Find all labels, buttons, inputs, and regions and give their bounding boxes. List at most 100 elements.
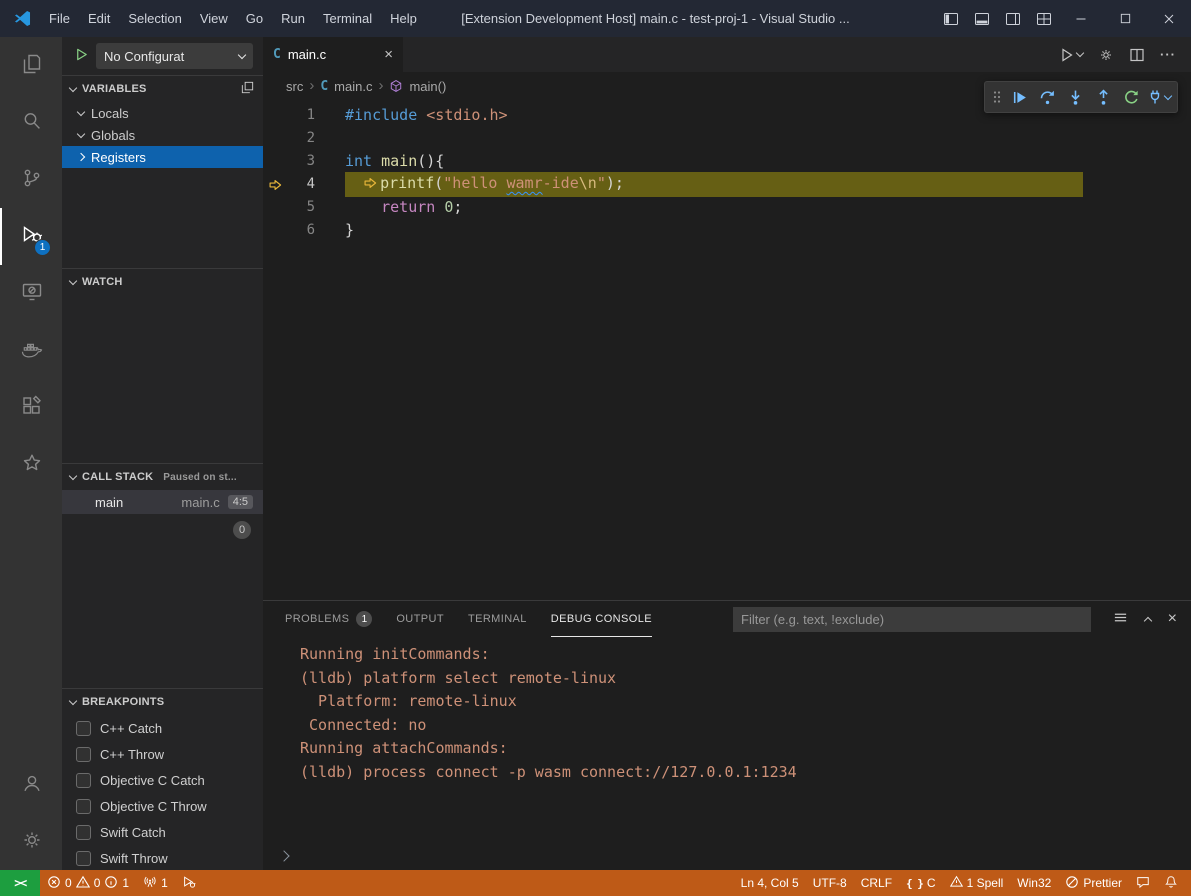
menu-help[interactable]: Help <box>381 0 426 37</box>
menu-selection[interactable]: Selection <box>119 0 190 37</box>
panel-tab-output[interactable]: OUTPUT <box>396 601 444 637</box>
panel-tab-debug-console[interactable]: DEBUG CONSOLE <box>551 601 652 637</box>
close-panel-icon[interactable]: × <box>1168 611 1177 627</box>
activity-remote-explorer[interactable] <box>0 265 62 322</box>
disconnect-button[interactable] <box>1145 83 1173 111</box>
close-window-button[interactable] <box>1147 0 1191 37</box>
variables-item-globals[interactable]: Globals <box>62 124 263 146</box>
variables-item-registers[interactable]: Registers <box>62 146 263 168</box>
breakpoint-checkbox[interactable] <box>76 851 91 866</box>
breakpoint-row-swift-throw[interactable]: Swift Throw <box>62 845 263 870</box>
console-input-chevron-icon[interactable] <box>278 850 289 861</box>
code-line-3[interactable]: 3int main(){ <box>263 150 1191 173</box>
feedback-button[interactable] <box>1129 870 1157 896</box>
activity-search[interactable] <box>0 94 62 151</box>
panel-menu-icon[interactable] <box>1113 610 1128 628</box>
breakpoint-row-c-catch[interactable]: C++ Catch <box>62 715 263 741</box>
breakpoint-row-c-throw[interactable]: C++ Throw <box>62 741 263 767</box>
breakpoint-row-objective-c-throw[interactable]: Objective C Throw <box>62 793 263 819</box>
menu-go[interactable]: Go <box>237 0 272 37</box>
breakpoints-header[interactable]: BREAKPOINTS <box>62 689 263 715</box>
remote-indicator[interactable]: >< <box>0 870 40 896</box>
code-line-5[interactable]: 5 return 0; <box>263 196 1191 219</box>
cursor-position[interactable]: Ln 4, Col 5 <box>734 870 806 896</box>
problems-status[interactable]: 0 0 1 <box>40 870 136 896</box>
variables-section: VARIABLES LocalsGlobalsRegisters <box>62 75 263 268</box>
symbol-method-icon <box>389 79 403 93</box>
step-out-button[interactable] <box>1089 83 1117 111</box>
continue-button[interactable] <box>1005 83 1033 111</box>
breakpoint-checkbox[interactable] <box>76 825 91 840</box>
debug-configuration-dropdown[interactable]: No Configurat <box>96 43 253 69</box>
drag-handle-icon[interactable] <box>989 83 1005 111</box>
maximize-button[interactable] <box>1103 0 1147 37</box>
open-panel-icon[interactable] <box>240 80 255 98</box>
console-filter-input[interactable] <box>733 607 1091 632</box>
toggle-sidebar-button[interactable] <box>935 0 966 37</box>
toggle-secondary-sidebar-button[interactable] <box>997 0 1028 37</box>
activity-run-and-debug[interactable]: 1 <box>0 208 62 265</box>
maximize-panel-icon[interactable] <box>1143 617 1151 625</box>
eol-status[interactable]: CRLF <box>854 870 899 896</box>
breakpoint-checkbox[interactable] <box>76 747 91 762</box>
activity-star[interactable] <box>0 436 62 493</box>
code-token: ); <box>606 174 624 192</box>
panel-tab-problems[interactable]: PROBLEMS1 <box>285 601 372 637</box>
run-file-button[interactable] <box>1059 47 1083 63</box>
activity-extensions[interactable] <box>0 379 62 436</box>
editor-settings-icon[interactable] <box>1098 47 1114 63</box>
breakpoint-checkbox[interactable] <box>76 799 91 814</box>
more-actions-button[interactable]: ··· <box>1160 47 1176 62</box>
notifications-button[interactable] <box>1157 870 1185 896</box>
console-output: Running initCommands:(lldb) platform sel… <box>263 637 1191 784</box>
variables-item-locals[interactable]: Locals <box>62 102 263 124</box>
start-debug-icon[interactable] <box>74 47 89 65</box>
code-line-2[interactable]: 2 <box>263 127 1191 150</box>
menu-edit[interactable]: Edit <box>79 0 119 37</box>
spell-checker-status[interactable]: 1 Spell <box>943 870 1011 896</box>
encoding-status[interactable]: UTF-8 <box>806 870 854 896</box>
menu-terminal[interactable]: Terminal <box>314 0 381 37</box>
ports-status[interactable]: 1 <box>136 870 175 896</box>
language-mode[interactable]: { }C <box>899 870 943 896</box>
formatter-status[interactable]: Prettier <box>1058 870 1129 896</box>
settings-button[interactable] <box>0 813 62 870</box>
console-line: Running initCommands: <box>300 643 1191 667</box>
tab-main-c[interactable]: C main.c × <box>263 37 403 72</box>
split-editor-button[interactable] <box>1129 47 1145 63</box>
variables-header[interactable]: VARIABLES <box>62 76 263 102</box>
menu-run[interactable]: Run <box>272 0 314 37</box>
breakpoint-label: C++ Catch <box>100 721 162 736</box>
breakpoint-checkbox[interactable] <box>76 721 91 736</box>
activity-explorer[interactable] <box>0 37 62 94</box>
code-token: -ide <box>543 174 579 192</box>
debug-status-button[interactable] <box>175 870 203 896</box>
activity-source-control[interactable] <box>0 151 62 208</box>
breadcrumb-symbol[interactable]: main() <box>409 79 446 94</box>
menu-view[interactable]: View <box>191 0 237 37</box>
step-over-button[interactable] <box>1033 83 1061 111</box>
breadcrumb-folder[interactable]: src <box>286 79 303 94</box>
accounts-button[interactable] <box>0 756 62 813</box>
breakpoint-row-objective-c-catch[interactable]: Objective C Catch <box>62 767 263 793</box>
customize-layout-button[interactable] <box>1028 0 1059 37</box>
call-stack-header[interactable]: CALL STACK Paused on st... <box>62 464 263 490</box>
code-line-6[interactable]: 6} <box>263 219 1191 242</box>
code-line-4[interactable]: 4 printf("hello wamr-ide\n"); <box>263 173 1191 196</box>
step-into-button[interactable] <box>1061 83 1089 111</box>
platform-status[interactable]: Win32 <box>1010 870 1058 896</box>
menu-file[interactable]: File <box>40 0 79 37</box>
breakpoint-row-swift-catch[interactable]: Swift Catch <box>62 819 263 845</box>
panel-tab-terminal[interactable]: TERMINAL <box>468 601 527 637</box>
restart-button[interactable] <box>1117 83 1145 111</box>
toggle-panel-button[interactable] <box>966 0 997 37</box>
breakpoint-checkbox[interactable] <box>76 773 91 788</box>
breadcrumb-file[interactable]: main.c <box>334 79 372 94</box>
stack-frame-row[interactable]: main main.c 4:5 <box>62 490 263 514</box>
close-tab-icon[interactable]: × <box>384 47 393 62</box>
minimize-button[interactable] <box>1059 0 1103 37</box>
panel-actions: × <box>1113 601 1177 637</box>
chevron-down-icon <box>77 129 85 137</box>
watch-header[interactable]: WATCH <box>62 269 263 295</box>
activity-docker[interactable] <box>0 322 62 379</box>
